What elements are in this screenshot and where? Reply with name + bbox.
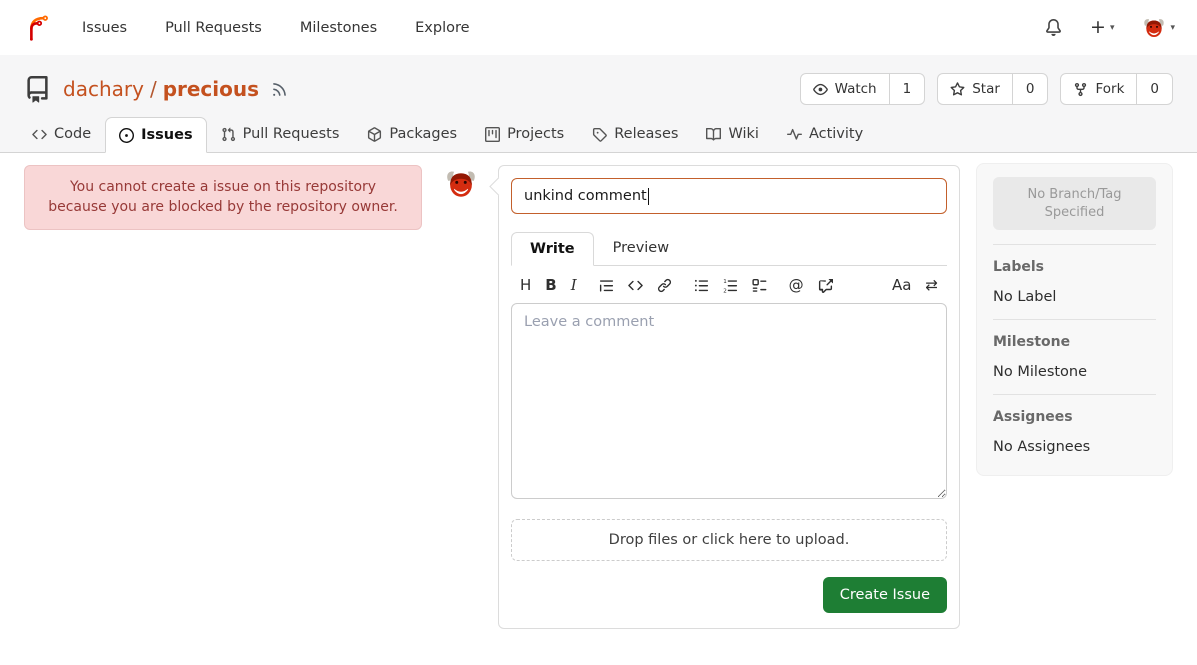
path-separator: / (150, 77, 157, 101)
comment-textarea[interactable] (511, 303, 947, 499)
quote-button[interactable] (599, 278, 614, 293)
pull-request-icon (221, 127, 236, 142)
nav-link-milestones[interactable]: Milestones (300, 20, 377, 36)
user-avatar (1142, 16, 1166, 40)
repo-title-row: dachary/precious Watch 1 Star 0 (0, 71, 1197, 107)
code-icon (628, 278, 643, 293)
issue-opened-icon (119, 128, 134, 143)
markdown-toolbar: H B I 12 @ (511, 266, 947, 303)
ordered-list-button[interactable]: 12 (723, 278, 738, 293)
mention-button[interactable]: @ (789, 278, 804, 293)
tag-icon (592, 127, 607, 142)
milestone-value: No Milestone (993, 364, 1156, 380)
star-icon (950, 82, 965, 97)
switch-editor-button[interactable]: ⇄ (925, 278, 938, 293)
issue-title-value: unkind comment (524, 188, 647, 204)
repo-book-icon (24, 76, 51, 103)
link-button[interactable] (657, 278, 672, 293)
repo-owner-link[interactable]: dachary (63, 77, 144, 101)
repo-name-link[interactable]: precious (163, 77, 259, 101)
font-toggle-button[interactable]: Aa (892, 278, 911, 293)
quote-icon (599, 278, 614, 293)
code-icon (32, 127, 47, 142)
tab-issues[interactable]: Issues (105, 117, 206, 153)
issue-title-input[interactable]: unkind comment (511, 178, 947, 214)
book-icon (706, 127, 721, 142)
navbar-right: + ▾ ▾ (1045, 16, 1175, 40)
pulse-icon (787, 127, 802, 142)
tab-projects[interactable]: Projects (471, 116, 578, 152)
watch-count[interactable]: 1 (889, 74, 925, 104)
user-avatar-large (444, 167, 478, 201)
create-new-menu[interactable]: + ▾ (1090, 18, 1114, 37)
create-issue-button[interactable]: Create Issue (823, 577, 947, 613)
tab-code[interactable]: Code (18, 116, 105, 152)
tab-preview[interactable]: Preview (594, 231, 688, 265)
svg-text:1: 1 (723, 279, 727, 285)
repo-actions: Watch 1 Star 0 Fork 0 (800, 73, 1173, 105)
switch-arrows-icon: ⇄ (925, 278, 938, 293)
tasklist-icon (752, 278, 767, 293)
labels-value: No Label (993, 289, 1156, 305)
tab-pull-requests[interactable]: Pull Requests (207, 116, 354, 152)
user-menu[interactable]: ▾ (1142, 16, 1175, 40)
milestone-section-title[interactable]: Milestone (993, 334, 1156, 350)
assignees-section-title[interactable]: Assignees (993, 409, 1156, 425)
star-count[interactable]: 0 (1012, 74, 1048, 104)
blocked-error-message: You cannot create a issue on this reposi… (24, 165, 422, 230)
unordered-list-button[interactable] (694, 278, 709, 293)
nav-link-explore[interactable]: Explore (415, 20, 469, 36)
watch-button[interactable]: Watch 1 (800, 73, 926, 105)
navbar-links: Issues Pull Requests Milestones Explore (82, 20, 470, 36)
rss-icon[interactable] (271, 81, 288, 98)
issue-sidebar: No Branch/Tag Specified Labels No Label … (976, 163, 1173, 476)
nav-link-issues[interactable]: Issues (82, 20, 127, 36)
chevron-down-icon: ▾ (1110, 23, 1115, 33)
divider (993, 394, 1156, 395)
divider (993, 319, 1156, 320)
fork-icon (1073, 82, 1088, 97)
project-icon (485, 127, 500, 142)
package-icon (367, 127, 382, 142)
divider (993, 244, 1156, 245)
nav-link-pull-requests[interactable]: Pull Requests (165, 20, 262, 36)
heading-button[interactable]: H (520, 278, 531, 293)
notifications-bell-icon[interactable] (1045, 19, 1062, 36)
tab-activity[interactable]: Activity (773, 116, 877, 152)
plus-icon: + (1090, 18, 1106, 37)
italic-button[interactable]: I (571, 278, 577, 293)
fork-button[interactable]: Fork 0 (1060, 73, 1173, 105)
repo-breadcrumb: dachary/precious (63, 77, 259, 101)
tab-wiki[interactable]: Wiki (692, 116, 772, 152)
submit-row: Create Issue (511, 577, 947, 616)
file-dropzone[interactable]: Drop files or click here to upload. (511, 519, 947, 561)
editor-tab-bar: Write Preview (511, 231, 947, 266)
svg-text:2: 2 (723, 288, 727, 293)
task-list-button[interactable] (752, 278, 767, 293)
main-content: You cannot create a issue on this reposi… (0, 153, 1197, 629)
forgejo-logo[interactable] (22, 13, 52, 43)
tab-releases[interactable]: Releases (578, 116, 692, 152)
link-icon (657, 278, 672, 293)
chevron-down-icon: ▾ (1170, 23, 1175, 33)
reference-icon (818, 278, 833, 293)
list-unordered-icon (694, 278, 709, 293)
new-issue-form: unkind comment Write Preview H B I (498, 165, 960, 629)
repo-header: dachary/precious Watch 1 Star 0 (0, 55, 1197, 153)
branch-select-button[interactable]: No Branch/Tag Specified (993, 177, 1156, 230)
bold-button[interactable]: B (545, 278, 556, 293)
repo-tab-bar: Code Issues Pull Requests Packages Proje… (0, 116, 1197, 152)
text-cursor (648, 188, 649, 205)
assignees-value: No Assignees (993, 439, 1156, 455)
cross-reference-button[interactable] (818, 278, 833, 293)
top-navbar: Issues Pull Requests Milestones Explore … (0, 0, 1197, 55)
fork-count[interactable]: 0 (1136, 74, 1172, 104)
tab-write[interactable]: Write (511, 232, 594, 266)
tab-packages[interactable]: Packages (353, 116, 471, 152)
list-ordered-icon: 12 (723, 278, 738, 293)
star-button[interactable]: Star 0 (937, 73, 1048, 105)
code-button[interactable] (628, 278, 643, 293)
labels-section-title[interactable]: Labels (993, 259, 1156, 275)
eye-icon (813, 82, 828, 97)
